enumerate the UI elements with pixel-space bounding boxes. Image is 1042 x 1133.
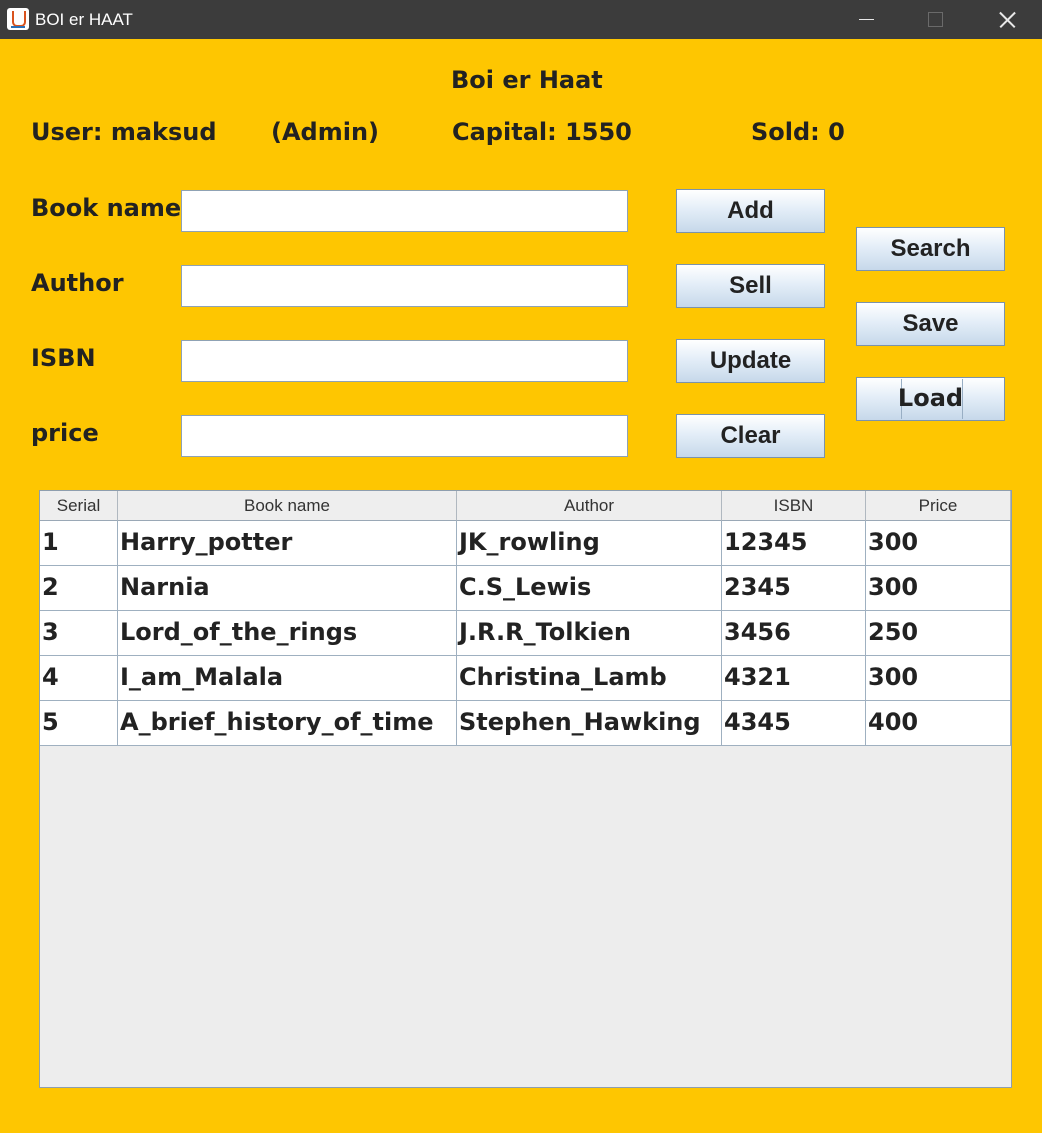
books-table: Serial Book name Author ISBN Price 1 Har…: [39, 490, 1012, 1088]
load-button-label: Load: [897, 384, 964, 412]
save-button[interactable]: Save: [856, 302, 1005, 346]
cell-book-name[interactable]: Harry_potter: [118, 521, 457, 566]
table-row[interactable]: 3 Lord_of_the_rings J.R.R_Tolkien 3456 2…: [40, 611, 1011, 656]
cell-price[interactable]: 400: [866, 701, 1011, 746]
table-row[interactable]: 4 I_am_Malala Christina_Lamb 4321 300: [40, 656, 1011, 701]
table-header: Serial Book name Author ISBN Price: [40, 491, 1011, 521]
capital-label: Capital: 1550: [452, 118, 632, 146]
role-label: (Admin): [271, 118, 380, 146]
maximize-icon[interactable]: [912, 0, 958, 39]
table-row[interactable]: 2 Narnia C.S_Lewis 2345 300: [40, 566, 1011, 611]
cell-price[interactable]: 300: [866, 656, 1011, 701]
cell-author[interactable]: Christina_Lamb: [457, 656, 722, 701]
cell-book-name[interactable]: Lord_of_the_rings: [118, 611, 457, 656]
table-row[interactable]: 5 A_brief_history_of_time Stephen_Hawkin…: [40, 701, 1011, 746]
cell-isbn[interactable]: 4321: [722, 656, 866, 701]
cell-price[interactable]: 300: [866, 521, 1011, 566]
column-header-isbn[interactable]: ISBN: [722, 491, 866, 521]
window-title: BOI er HAAT: [35, 10, 133, 29]
cell-book-name[interactable]: A_brief_history_of_time: [118, 701, 457, 746]
cell-author[interactable]: JK_rowling: [457, 521, 722, 566]
isbn-label: ISBN: [31, 344, 96, 372]
load-button[interactable]: Load: [856, 377, 1005, 421]
table-body: 1 Harry_potter JK_rowling 12345 300 2 Na…: [40, 521, 1011, 746]
isbn-input[interactable]: [181, 340, 628, 382]
table-row[interactable]: 1 Harry_potter JK_rowling 12345 300: [40, 521, 1011, 566]
cell-serial[interactable]: 3: [40, 611, 118, 656]
cell-serial[interactable]: 1: [40, 521, 118, 566]
cell-book-name[interactable]: I_am_Malala: [118, 656, 457, 701]
clear-button[interactable]: Clear: [676, 414, 825, 458]
book-name-input[interactable]: [181, 190, 628, 232]
cell-book-name[interactable]: Narnia: [118, 566, 457, 611]
cell-serial[interactable]: 2: [40, 566, 118, 611]
sold-label: Sold: 0: [751, 118, 845, 146]
cell-author[interactable]: Stephen_Hawking: [457, 701, 722, 746]
column-header-author[interactable]: Author: [457, 491, 722, 521]
author-label: Author: [31, 269, 124, 297]
price-input[interactable]: [181, 415, 628, 457]
book-name-label: Book name: [31, 194, 182, 222]
cell-serial[interactable]: 4: [40, 656, 118, 701]
title-bar: BOI er HAAT: [0, 0, 1042, 39]
user-label: User: maksud: [31, 118, 217, 146]
sell-button[interactable]: Sell: [676, 264, 825, 308]
cell-price[interactable]: 300: [866, 566, 1011, 611]
minimize-icon[interactable]: [843, 0, 889, 39]
java-app-icon: [7, 8, 29, 30]
cell-isbn[interactable]: 3456: [722, 611, 866, 656]
author-input[interactable]: [181, 265, 628, 307]
cell-serial[interactable]: 5: [40, 701, 118, 746]
column-header-price[interactable]: Price: [866, 491, 1011, 521]
update-button[interactable]: Update: [676, 339, 825, 383]
column-header-serial[interactable]: Serial: [40, 491, 118, 521]
cell-author[interactable]: J.R.R_Tolkien: [457, 611, 722, 656]
cell-isbn[interactable]: 4345: [722, 701, 866, 746]
cell-isbn[interactable]: 12345: [722, 521, 866, 566]
price-label: price: [31, 419, 99, 447]
cell-isbn[interactable]: 2345: [722, 566, 866, 611]
column-header-book-name[interactable]: Book name: [118, 491, 457, 521]
app-heading: Boi er Haat: [451, 66, 603, 94]
cell-author[interactable]: C.S_Lewis: [457, 566, 722, 611]
cell-price[interactable]: 250: [866, 611, 1011, 656]
close-icon[interactable]: [983, 0, 1029, 39]
add-button[interactable]: Add: [676, 189, 825, 233]
search-button[interactable]: Search: [856, 227, 1005, 271]
